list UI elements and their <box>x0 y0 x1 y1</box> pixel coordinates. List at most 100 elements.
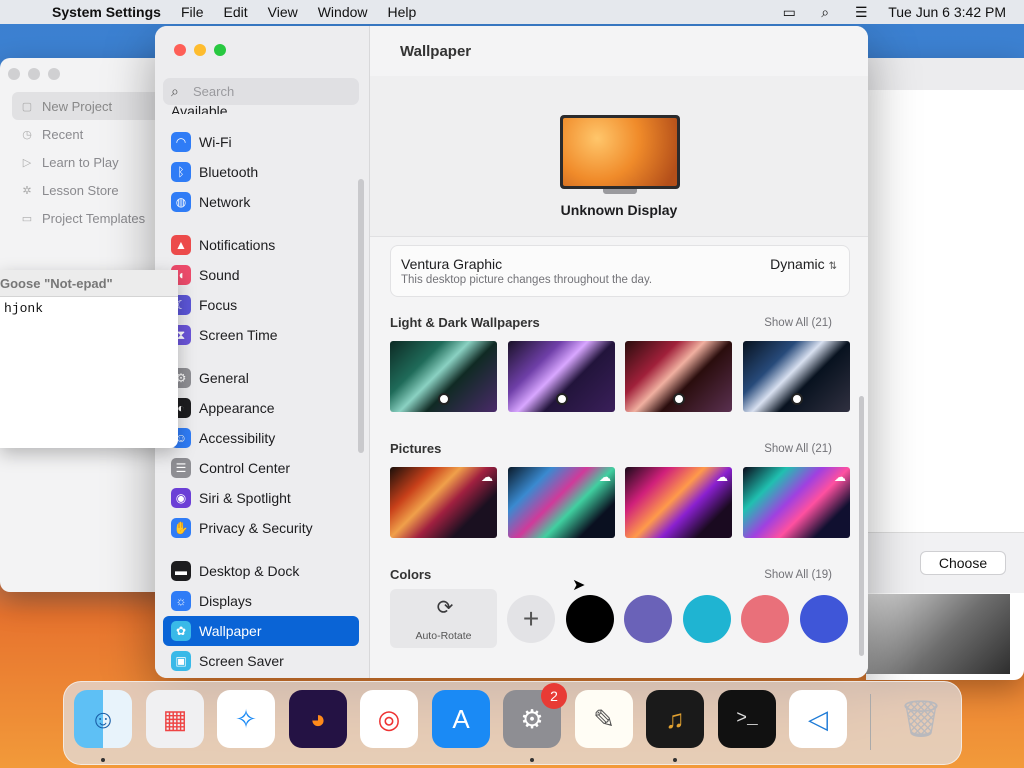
minimize-button[interactable] <box>28 68 40 80</box>
color-swatch[interactable] <box>566 595 614 643</box>
show-all-pictures-button[interactable]: Show All (21) <box>764 443 832 455</box>
bell-icon: ▲ <box>171 235 191 255</box>
color-swatch[interactable] <box>800 595 848 643</box>
search-placeholder: Search <box>193 84 235 99</box>
sidebar-item-accessibility[interactable]: ☺ Accessibility <box>163 423 359 453</box>
notepad-window[interactable]: Goose "Not-epad" hjonk <box>0 270 178 448</box>
picture-thumbnail[interactable]: ☁ <box>508 467 615 538</box>
section-light-dark-title: Light & Dark Wallpapers <box>390 315 540 330</box>
menu-edit[interactable]: Edit <box>224 4 248 20</box>
auto-rotate-label: Auto-Rotate <box>415 630 472 642</box>
chevron-updown-icon: ⇅ <box>828 261 837 272</box>
sidebar-item-general[interactable]: ⚙ General <box>163 363 359 393</box>
chrome-icon[interactable]: ◎ <box>360 690 418 748</box>
color-swatch[interactable] <box>741 595 789 643</box>
firefox-icon[interactable]: ◕ <box>289 690 347 748</box>
folder-icon: ▭ <box>21 212 33 225</box>
control-center-icon[interactable]: ☰ <box>852 4 870 20</box>
play-icon: ▷ <box>22 156 32 169</box>
wallpaper-name: Ventura Graphic <box>401 256 503 272</box>
sidebar-item-desktop-dock[interactable]: ▬ Desktop & Dock <box>163 556 359 586</box>
sidebar-item-notifications[interactable]: ▲ Notifications <box>163 230 359 260</box>
dynamic-mode-icon <box>556 393 568 405</box>
sidebar-item-bluetooth[interactable]: ᛒ Bluetooth <box>163 157 359 187</box>
menu-view[interactable]: View <box>268 4 298 20</box>
page-title: Wallpaper <box>400 43 472 60</box>
trash-icon[interactable]: 🗑 <box>892 690 950 748</box>
finder-icon[interactable]: ☺ <box>74 690 132 762</box>
sidebar-item-screen-saver[interactable]: ▣ Screen Saver <box>163 646 359 676</box>
menu-help[interactable]: Help <box>388 4 417 20</box>
sidebar-item-control-center[interactable]: ☰ Control Center <box>163 453 359 483</box>
section-pictures-title: Pictures <box>390 441 442 456</box>
color-swatch[interactable] <box>683 595 731 643</box>
notification-badge: 2 <box>541 683 567 709</box>
star-icon: ✲ <box>22 184 32 197</box>
terminal-icon[interactable]: >_ <box>718 690 776 748</box>
app-store-icon[interactable]: A <box>432 690 490 748</box>
notepad-text[interactable]: hjonk <box>0 297 178 320</box>
sidebar-item-displays[interactable]: ☼ Displays <box>163 586 359 616</box>
menu-window[interactable]: Window <box>318 4 368 20</box>
sidebar-item-sound[interactable]: ◖ Sound <box>163 260 359 290</box>
close-button[interactable] <box>8 68 20 80</box>
square-icon: ▢ <box>21 100 33 113</box>
color-swatch[interactable] <box>624 595 672 643</box>
zoom-button[interactable] <box>214 44 226 56</box>
show-all-colors-button[interactable]: Show All (19) <box>764 569 832 581</box>
launchpad-icon[interactable]: ▦ <box>146 690 204 748</box>
wallpaper-thumbnail[interactable] <box>508 341 615 412</box>
spotlight-search-icon[interactable]: ⌕ <box>816 4 834 20</box>
wallpaper-thumbnail[interactable] <box>625 341 732 412</box>
sidebar-item-wallpaper[interactable]: ✿ Wallpaper <box>163 616 359 646</box>
sidebar-scrollbar[interactable] <box>358 179 364 453</box>
menu-file[interactable]: File <box>181 4 204 20</box>
photo-preview <box>866 594 1010 674</box>
screen-mirroring-icon[interactable]: ▭ <box>780 4 798 20</box>
cloud-download-icon: ☁ <box>834 470 846 484</box>
dynamic-mode-icon <box>673 393 685 405</box>
screensaver-icon: ▣ <box>171 651 191 671</box>
app-menu[interactable]: System Settings <box>52 4 161 20</box>
section-colors-title: Colors <box>390 567 432 582</box>
safari-icon[interactable]: ✧ <box>217 690 275 748</box>
wallpaper-thumbnail[interactable] <box>743 341 850 412</box>
sidebar-item-wifi[interactable]: ◠ Wi-Fi <box>163 127 359 157</box>
appearance-mode-select[interactable]: Dynamic ⇅ <box>770 256 837 272</box>
wallpaper-pane: Wallpaper Unknown Display Ventura Graphi… <box>370 26 868 678</box>
sidebar-item-privacy-security[interactable]: ✋ Privacy & Security <box>163 513 359 543</box>
picture-thumbnail[interactable]: ☁ <box>625 467 732 538</box>
bluetooth-icon: ᛒ <box>171 162 191 182</box>
background-window-right[interactable]: Choose <box>866 58 1024 680</box>
wallpaper-description: This desktop picture changes throughout … <box>401 274 653 286</box>
sidebar-item-appearance[interactable]: ◐ Appearance <box>163 393 359 423</box>
wallpaper-thumbnail[interactable] <box>390 341 497 412</box>
system-settings-window: ⌕ Search Available ◠ Wi-Fi ᛒ Bluetooth ◍ Ne… <box>155 26 868 678</box>
window-toolbar <box>866 58 1024 90</box>
vscode-icon[interactable]: ◁ <box>789 690 847 748</box>
show-all-light-dark-button[interactable]: Show All (21) <box>764 317 832 329</box>
choose-button[interactable]: Choose <box>920 551 1006 575</box>
clock[interactable]: Tue Jun 6 3:42 PM <box>888 4 1006 20</box>
globe-icon: ◍ <box>171 192 191 212</box>
add-color-button[interactable]: + <box>507 595 555 643</box>
sidebar-item-focus[interactable]: ☾ Focus <box>163 290 359 320</box>
auto-rotate-tile[interactable]: ⟳ Auto-Rotate <box>390 589 497 648</box>
sidebar-item-network[interactable]: ◍ Network <box>163 187 359 217</box>
picture-thumbnail[interactable]: ☁ <box>743 467 850 538</box>
garageband-icon[interactable]: ♫ <box>646 690 704 762</box>
zoom-button[interactable] <box>48 68 60 80</box>
minimize-button[interactable] <box>194 44 206 56</box>
current-wallpaper-row: Ventura Graphic This desktop picture cha… <box>390 245 850 297</box>
dock-icon: ▬ <box>171 561 191 581</box>
textedit-icon[interactable]: ✎ <box>575 690 633 748</box>
content-scrollbar[interactable] <box>859 396 864 656</box>
sidebar-item-screen-time[interactable]: ⧗ Screen Time <box>163 320 359 350</box>
display-preview <box>560 115 680 189</box>
dynamic-mode-icon <box>791 393 803 405</box>
picture-thumbnail[interactable]: ☁ <box>390 467 497 538</box>
cloud-download-icon: ☁ <box>481 470 493 484</box>
sidebar-item-partial[interactable]: Available <box>163 98 359 114</box>
close-button[interactable] <box>174 44 186 56</box>
sidebar-item-siri-spotlight[interactable]: ◉ Siri & Spotlight <box>163 483 359 513</box>
